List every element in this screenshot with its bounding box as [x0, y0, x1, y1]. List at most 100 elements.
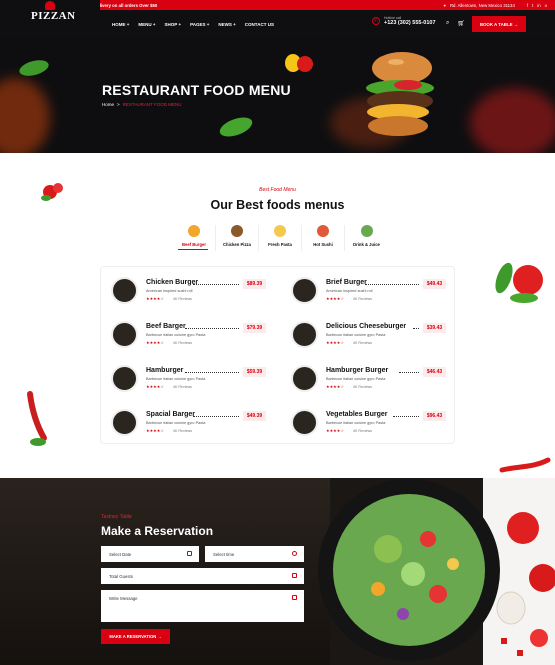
location-icon: ⌖	[443, 2, 446, 8]
rating-stars: ★★★★☆	[326, 428, 344, 433]
tomato-basil-decoration-icon	[495, 262, 543, 303]
nav-pages[interactable]: PAGES +	[190, 22, 209, 27]
tab-drink-juice[interactable]: Drink & Juice	[345, 225, 388, 251]
nav-contact[interactable]: CONTACT US	[245, 22, 274, 27]
menu-item[interactable]: Hamburger Burger Barbecue italian cuisin…	[283, 356, 447, 396]
dish-image	[111, 365, 138, 392]
rating-stars: ★★★★☆	[326, 296, 344, 301]
reservation-title: Make a Reservation	[101, 524, 214, 538]
rating-stars: ★★★★☆	[146, 384, 164, 389]
nav-news[interactable]: NEWS +	[218, 22, 235, 27]
breadcrumb-separator: >	[117, 102, 120, 107]
linkedin-icon[interactable]: in	[537, 3, 540, 8]
breadcrumb: Home > RESTAURANT FOOD MENU	[102, 102, 182, 107]
active-tab-underline	[178, 249, 208, 250]
header-icons: ⌕ 🛒︎	[446, 20, 465, 27]
price-badge: $79.39	[243, 323, 266, 333]
burger-icon	[188, 225, 200, 237]
guests-placeholder: Total Guests	[109, 573, 133, 579]
tab-hot-sushi[interactable]: Hot Sushi	[302, 225, 345, 251]
dotted-leader	[193, 416, 239, 417]
dish-name: Chicken Burger	[146, 279, 199, 286]
tab-label: Drink & Juice	[353, 242, 380, 247]
review-count: 4K Reviews	[353, 428, 372, 433]
chat-icon	[292, 595, 297, 600]
nav-shop[interactable]: SHOP +	[165, 22, 182, 27]
dish-name: Vegetables Burger	[326, 411, 388, 418]
rating-stars: ★★★★☆	[146, 296, 164, 301]
dish-image	[111, 321, 138, 348]
tab-chicken-pizza[interactable]: Chicken Pizza	[216, 225, 259, 251]
date-field[interactable]: Select Date	[101, 546, 199, 562]
topbar-right: ⌖ Rd. Allentown, New Mexico 31134 f t in…	[444, 3, 547, 8]
menu-tabs: Beef Burger Chicken Pizza Fresh Pasta Ho…	[173, 225, 388, 251]
main-nav: HOME + MENU + SHOP + PAGES + NEWS + CONT…	[112, 22, 274, 27]
review-count: 4K Reviews	[173, 428, 192, 433]
tab-label: Chicken Pizza	[223, 242, 251, 247]
facebook-icon[interactable]: f	[527, 3, 528, 8]
instagram-icon[interactable]: o	[545, 3, 547, 8]
cart-icon[interactable]: 🛒︎	[457, 20, 465, 27]
drink-icon	[360, 225, 373, 237]
search-icon[interactable]: ⌕	[446, 20, 449, 27]
menu-item[interactable]: Spacial Barger Barbecue italian cuisine …	[103, 400, 267, 440]
reservation-subtitle: Tastney Table	[101, 514, 132, 520]
time-placeholder: Select time	[213, 551, 235, 557]
price-badge: $49.39	[243, 411, 266, 421]
menu-item[interactable]: Vegetables Burger Barbecue italian cuisi…	[283, 400, 447, 440]
dotted-leader	[393, 416, 419, 417]
tab-beef-burger[interactable]: Beef Burger	[173, 225, 216, 251]
review-count: 4K Reviews	[173, 340, 192, 345]
logo-area[interactable]: PIZZAN	[0, 0, 100, 38]
dish-description: American inspired sushi roll	[326, 289, 373, 293]
dotted-leader	[185, 372, 239, 373]
message-field[interactable]: Write Message	[101, 590, 304, 622]
time-field[interactable]: Select time	[205, 546, 304, 562]
nav-menu[interactable]: MENU +	[138, 22, 155, 27]
price-badge: $49.43	[423, 279, 446, 289]
menu-item[interactable]: Hamburger Barbecue italian cuisine gyro …	[103, 356, 267, 396]
twitter-icon[interactable]: t	[532, 3, 533, 8]
nav-home[interactable]: HOME +	[112, 22, 129, 27]
date-placeholder: Select Date	[109, 551, 132, 557]
menu-item[interactable]: Brief Burger American inspired sushi rol…	[283, 268, 447, 308]
price-badge: $39.43	[423, 323, 446, 333]
breadcrumb-home[interactable]: Home	[102, 102, 114, 107]
logo-mark-icon	[45, 1, 55, 10]
make-reservation-button[interactable]: MAKE A RESERVATION →	[101, 629, 170, 644]
dish-image	[111, 277, 138, 304]
dotted-leader	[399, 372, 419, 373]
dotted-leader	[185, 328, 239, 329]
dotted-leader	[365, 284, 419, 285]
book-table-button[interactable]: BOOK A TABLE →	[472, 16, 526, 32]
dish-name: Brief Burger	[326, 279, 367, 286]
review-count: 4K Reviews	[173, 384, 192, 389]
review-count: 4K Reviews	[353, 384, 372, 389]
guests-field[interactable]: Total Guests	[101, 568, 304, 584]
tab-label: Beef Burger	[182, 242, 206, 247]
dish-description: Barbecue italian cuisine gyro Pasta	[326, 333, 386, 337]
price-badge: $96.43	[423, 411, 446, 421]
dish-description: Barbecue italian cuisine gyro Pasta	[146, 421, 206, 425]
menu-item[interactable]: Delicious Cheeseburger Barbecue italian …	[283, 312, 447, 352]
logo-text: PIZZAN	[31, 10, 76, 22]
tab-fresh-pasta[interactable]: Fresh Pasta	[259, 225, 302, 251]
dish-description: Barbecue italian cuisine gyro Pasta	[146, 377, 206, 381]
pepper-icon	[285, 54, 313, 72]
menu-item[interactable]: Beef Barger Barbecue italian cuisine gyr…	[103, 312, 267, 352]
rating-stars: ★★★★☆	[326, 384, 344, 389]
hotline[interactable]: ✆ Hotline call +123 (302) 555-0107	[372, 16, 436, 26]
salad-plate-image	[318, 479, 500, 661]
menu-item[interactable]: Chicken Burger American inspired sushi r…	[103, 268, 267, 308]
review-count: 4K Reviews	[353, 296, 372, 301]
phone-icon: ✆	[372, 17, 380, 25]
dotted-leader	[193, 284, 239, 285]
dish-image	[291, 365, 318, 392]
dish-image	[291, 277, 318, 304]
basil-leaf-icon	[219, 117, 253, 137]
main-header: PIZZAN HOME + MENU + SHOP + PAGES + NEWS…	[0, 0, 555, 38]
dish-description: American inspired sushi roll	[146, 289, 193, 293]
rating-stars: ★★★★☆	[326, 340, 344, 345]
floating-burger-image	[356, 46, 446, 141]
pizza-icon	[231, 225, 243, 237]
